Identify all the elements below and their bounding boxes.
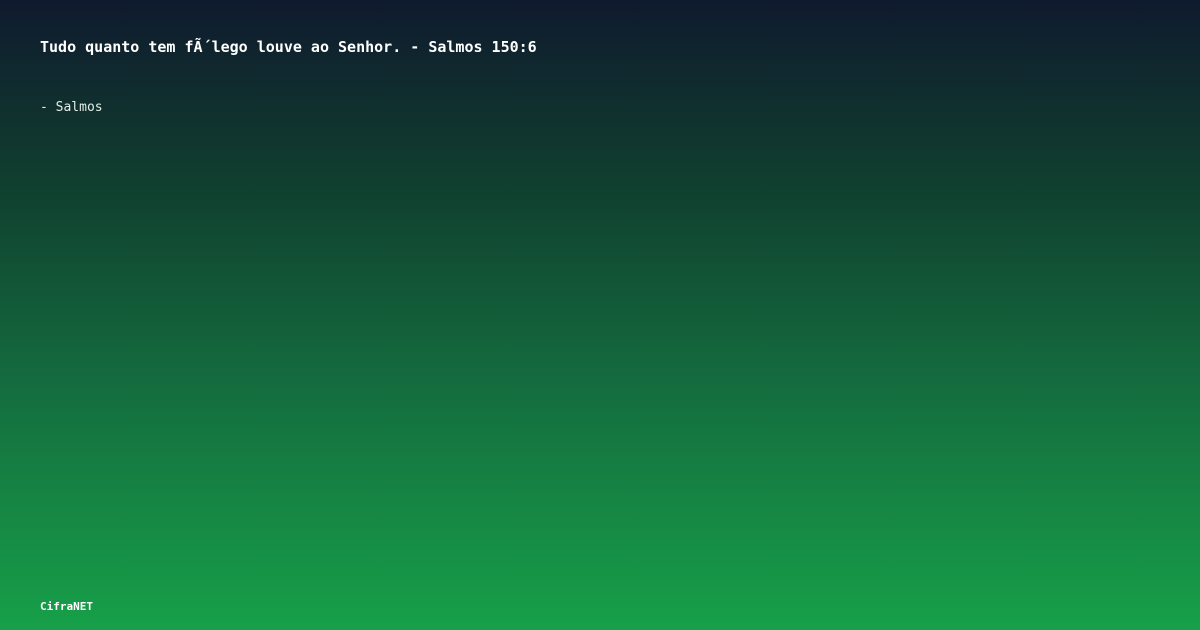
quote-text: Tudo quanto tem fÃ´lego louve ao Senhor.… [40,38,537,56]
brand-name: CifraNET [40,600,93,613]
share-card: Tudo quanto tem fÃ´lego louve ao Senhor.… [0,0,1200,630]
quote-author: - Salmos [40,100,103,115]
